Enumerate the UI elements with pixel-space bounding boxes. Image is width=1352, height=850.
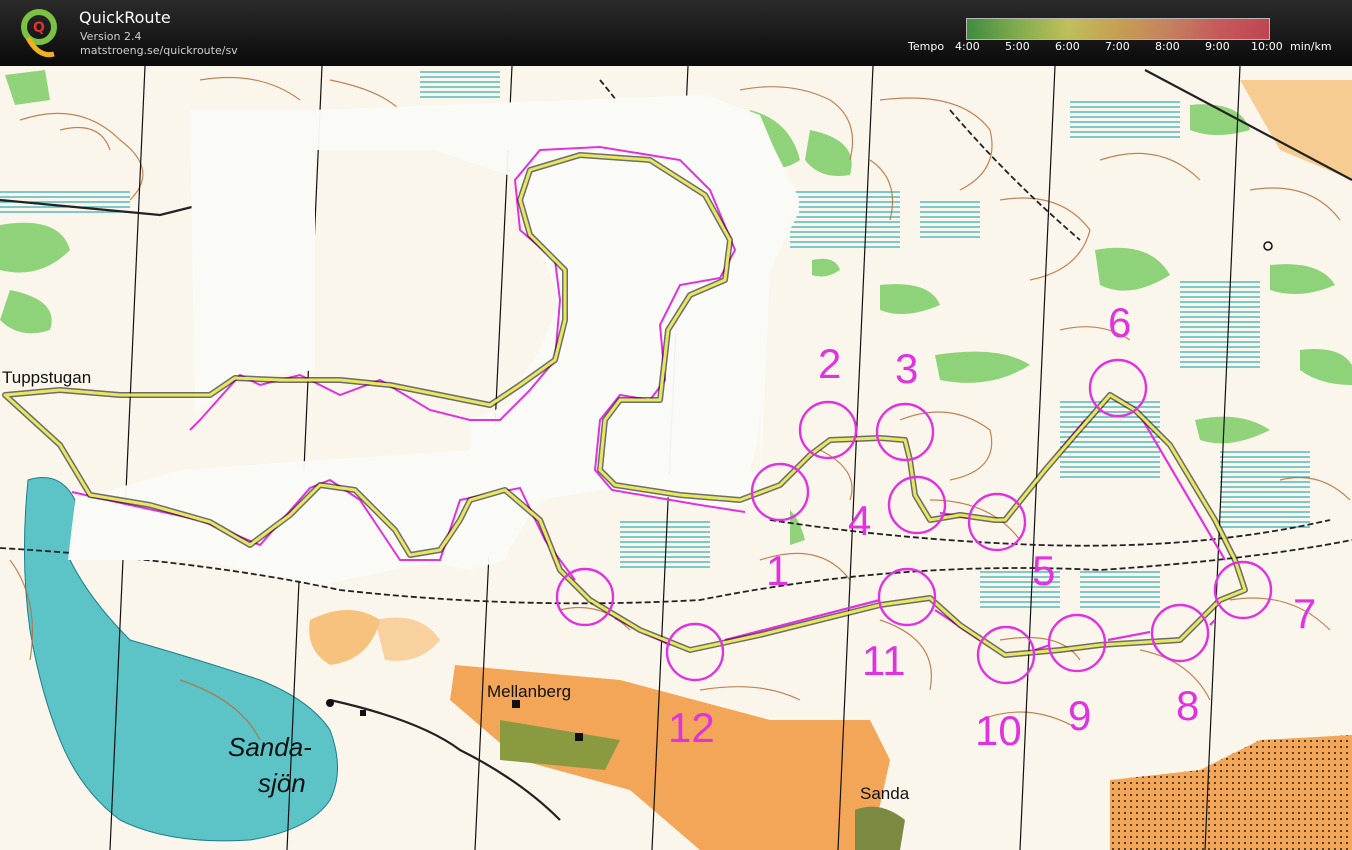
control-number-12: 12 [668,704,715,751]
app-version: Version 2.4 [80,30,142,43]
tempo-tick: 10:00 [1251,40,1283,53]
control-number-10: 10 [975,707,1022,754]
app-title: QuickRoute [79,8,171,27]
orienteering-map[interactable]: 1 2 3 4 5 6 7 8 9 10 11 12 Tuppstugan Me… [0,66,1352,850]
tempo-label: Tempo [908,40,945,53]
control-number-3: 3 [895,345,918,392]
route-erased-area-core [190,110,315,415]
quickroute-logo: Q [21,9,57,58]
app-url[interactable]: matstroeng.se/quickroute/sv [80,44,238,57]
app-header: Q QuickRoute Version 2.4 matstroeng.se/q… [0,0,1352,66]
tempo-legend-bar [966,18,1270,40]
tempo-tick: 8:00 [1155,40,1180,53]
tempo-tick: 5:00 [1005,40,1030,53]
svg-text:Q: Q [33,20,45,36]
tempo-tick: 7:00 [1105,40,1130,53]
tempo-tick: 9:00 [1205,40,1230,53]
control-number-4: 4 [848,497,871,544]
place-name-sanda: Sanda [860,784,910,803]
place-name-sandasjon-2: sjön [258,768,306,798]
control-number-7: 7 [1293,590,1316,637]
tempo-tick: 4:00 [955,40,980,53]
control-number-11: 11 [862,637,906,684]
control-number-5: 5 [1032,547,1055,594]
control-number-2: 2 [818,340,841,387]
place-name-mellanberg: Mellanberg [487,682,571,701]
place-name-tuppstugan: Tuppstugan [2,368,91,387]
place-name-sandasjon-1: Sanda- [228,732,312,762]
control-number-1: 1 [766,547,789,594]
control-number-8: 8 [1176,682,1199,729]
tempo-tick: 6:00 [1055,40,1080,53]
control-number-6: 6 [1108,299,1131,346]
tempo-unit: min/km [1290,40,1332,53]
control-number-9: 9 [1068,692,1091,739]
